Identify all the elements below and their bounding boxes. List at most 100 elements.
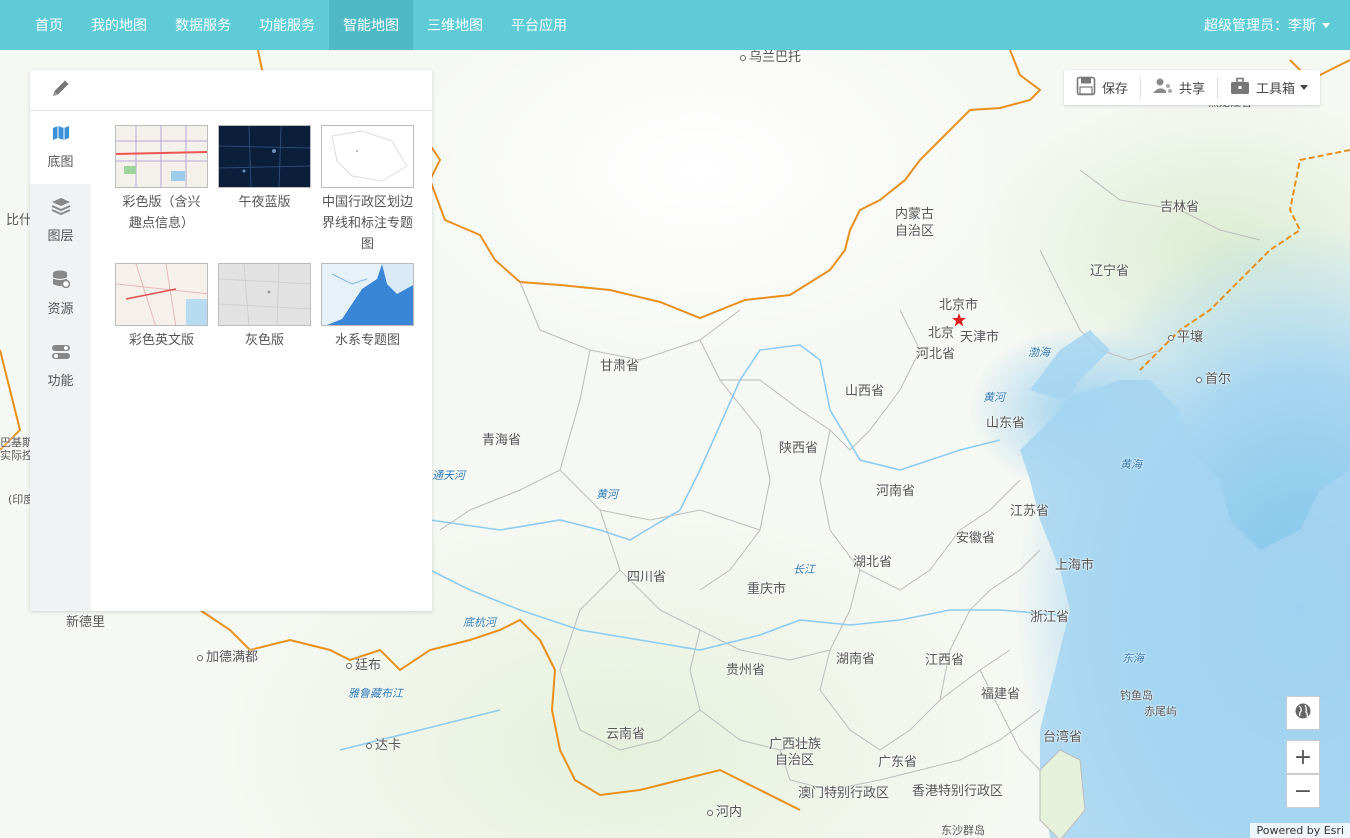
map-label: 辽宁省 [1090, 264, 1130, 279]
map-label: 安徽省 [956, 531, 996, 546]
map-label: 自治区 [895, 224, 935, 239]
map-label: 湖南省 [836, 652, 876, 667]
zoom-in-label: + [1293, 744, 1313, 770]
nav-label: 平台应用 [511, 18, 567, 34]
nav-item-data-services[interactable]: 数据服务 [161, 0, 245, 50]
nav-item-home[interactable]: 首页 [0, 0, 77, 50]
save-label: 保存 [1101, 82, 1128, 97]
map-label: 江西省 [925, 653, 965, 668]
nav-item-3d-map[interactable]: 三维地图 [413, 0, 497, 50]
side-tab-layers[interactable]: 图层 [30, 184, 91, 257]
basemap-panel: 底图 图层 资源 功能 彩色版（含兴趣点信息） 午夜蓝版 中国行政区划边界线和标… [30, 70, 432, 611]
map-toolbar: 保存 共享 工具箱 [1063, 70, 1320, 105]
basemap-option[interactable]: 午夜蓝版 [213, 125, 316, 255]
pencil-icon[interactable] [50, 77, 72, 103]
map-label: 乌兰巴托 [740, 50, 801, 66]
map-label: 河南省 [876, 484, 916, 499]
top-navbar: 首页 我的地图 数据服务 功能服务 智能地图 三维地图 平台应用 超级管理员：李… [0, 0, 1350, 50]
nav-label: 首页 [35, 18, 63, 34]
map-label: 东沙群岛 [941, 824, 985, 837]
map-label: 达卡 [366, 738, 401, 754]
basemap-option[interactable]: 中国行政区划边界线和标注专题图 [316, 125, 419, 255]
basemap-thumbnail-color-poi [115, 125, 208, 188]
panel-header [30, 70, 432, 111]
side-tab-label: 资源 [47, 302, 74, 317]
briefcase-icon [1230, 77, 1250, 99]
map-attribution[interactable]: Powered by Esri [1250, 823, 1350, 838]
save-icon [1076, 76, 1096, 100]
basemap-label: 水系专题图 [334, 333, 400, 348]
nav-item-function-services[interactable]: 功能服务 [245, 0, 329, 50]
map-label: 云南省 [606, 727, 646, 742]
basemap-label: 中国行政区划边界线和标注专题图 [321, 195, 413, 252]
nav-label: 我的地图 [91, 18, 147, 34]
side-tab-basemap[interactable]: 底图 [30, 111, 91, 184]
map-label: 陕西省 [779, 441, 819, 456]
map-label: 黄河 [596, 488, 618, 501]
map-label: 浙江省 [1030, 610, 1070, 625]
toolbox-dropdown[interactable]: 工具箱 [1218, 70, 1320, 105]
map-label: 钓鱼岛 [1120, 689, 1153, 702]
basemap-option[interactable]: 彩色版（含兴趣点信息） [110, 125, 213, 255]
map-label: 首尔 [1196, 372, 1231, 388]
map-label: 河北省 [916, 347, 956, 362]
toolbox-label: 工具箱 [1255, 82, 1295, 97]
map-label: 自治区 [775, 753, 815, 768]
globe-button[interactable] [1286, 696, 1320, 730]
caret-down-icon [1322, 22, 1330, 28]
side-tab-label: 底图 [47, 155, 74, 170]
attribution-text: Powered by Esri [1256, 824, 1344, 837]
map-label: 赤尾屿 [1144, 705, 1177, 718]
zoom-in-button[interactable]: + [1286, 740, 1320, 774]
map-label: 长江 [793, 563, 815, 576]
basemap-list: 彩色版（含兴趣点信息） 午夜蓝版 中国行政区划边界线和标注专题图 彩色英文版 灰… [91, 111, 432, 611]
save-button[interactable]: 保存 [1064, 70, 1140, 105]
map-label: 重庆市 [747, 582, 787, 597]
share-label: 共享 [1178, 82, 1205, 97]
basemap-thumbnail-midnight-blue [218, 125, 311, 188]
basemap-label: 午夜蓝版 [238, 195, 291, 210]
map-label: 贵州省 [726, 663, 766, 678]
basemap-option[interactable]: 水系专题图 [316, 263, 419, 351]
map-label: 湖北省 [853, 555, 893, 570]
side-tab-label: 功能 [47, 374, 74, 389]
basemap-thumbnail-hydrology [321, 263, 414, 326]
globe-icon [1294, 701, 1312, 726]
map-label: 内蒙古 [895, 207, 935, 222]
map-label: 香港特别行政区 [912, 784, 1004, 799]
capital-star-icon [952, 313, 966, 327]
map-label: 上海市 [1055, 558, 1095, 573]
map-label: 甘肃省 [600, 359, 640, 374]
map-label: 黄海 [1120, 458, 1142, 471]
side-tab-functions[interactable]: 功能 [30, 330, 91, 403]
map-icon [52, 125, 70, 145]
map-label: 福建省 [981, 687, 1021, 702]
nav-item-smart-map[interactable]: 智能地图 [329, 0, 413, 50]
share-button[interactable]: 共享 [1141, 70, 1217, 105]
nav-item-platform-apps[interactable]: 平台应用 [497, 0, 581, 50]
map-label: 雅鲁藏布江 [348, 687, 403, 700]
zoom-out-button[interactable]: − [1286, 774, 1320, 808]
map-label: 江苏省 [1010, 504, 1050, 519]
user-label: 超级管理员：李斯 [1204, 18, 1316, 34]
basemap-option[interactable]: 彩色英文版 [110, 263, 213, 351]
map-label: 北京 [928, 326, 955, 341]
user-menu[interactable]: 超级管理员：李斯 [1204, 0, 1330, 50]
map-label: 山东省 [986, 416, 1026, 431]
map-label: 东海 [1122, 652, 1144, 665]
map-label: 台湾省 [1043, 730, 1083, 745]
map-label: 河内 [707, 805, 742, 821]
basemap-option[interactable]: 灰色版 [213, 263, 316, 351]
map-label: 北京市 [939, 298, 979, 313]
basemap-thumbnail-admin-boundaries [321, 125, 414, 188]
map-label: 新德里 [66, 615, 106, 630]
map-label: 渤海 [1028, 346, 1050, 359]
map-label: 实际控 [0, 449, 33, 462]
basemap-label: 彩色英文版 [128, 333, 194, 348]
map-label: 四川省 [627, 570, 667, 585]
nav-label: 三维地图 [427, 18, 483, 34]
side-tab-resources[interactable]: 资源 [30, 257, 91, 330]
map-label: 比什 [6, 213, 33, 228]
nav-item-my-maps[interactable]: 我的地图 [77, 0, 161, 50]
map-label: 廷布 [346, 658, 381, 674]
